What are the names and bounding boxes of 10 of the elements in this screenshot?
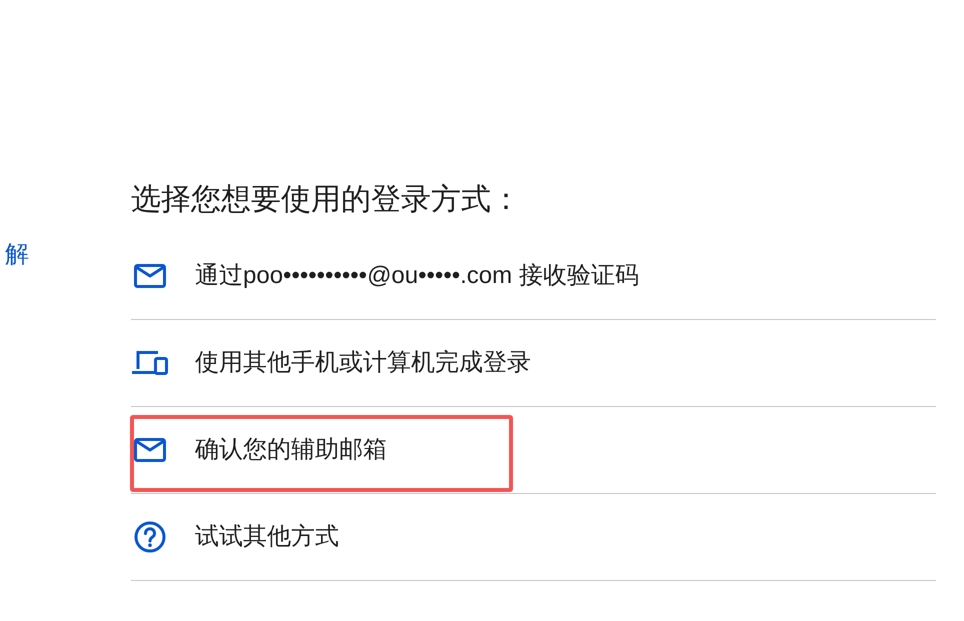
sign-in-option[interactable]: 通过poo••••••••••@ou•••••.com 接收验证码 [131, 233, 936, 320]
sign-in-option[interactable]: 试试其他方式 [131, 494, 936, 581]
mail-icon [134, 264, 166, 288]
sign-in-option[interactable]: 确认您的辅助邮箱 [131, 407, 936, 494]
laptop-phone-icon [132, 351, 168, 375]
sign-in-option[interactable]: 使用其他手机或计算机完成登录 [131, 320, 936, 407]
learn-more-link[interactable]: 解 [5, 240, 29, 270]
help-icon [134, 521, 166, 553]
page-heading: 选择您想要使用的登录方式： [131, 182, 521, 218]
mail-icon [134, 438, 166, 462]
